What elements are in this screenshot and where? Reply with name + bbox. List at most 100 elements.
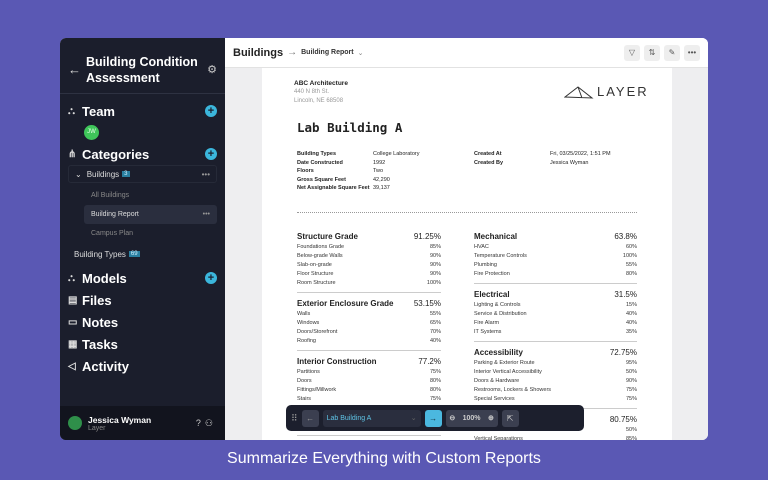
sort-icon[interactable]: ⇅ — [644, 44, 660, 61]
grade-row: Service & Distribution 40% — [474, 310, 637, 319]
section-header: Interior Construction 77.2% — [297, 357, 441, 366]
caption: Summarize Everything with Custom Reports — [227, 450, 541, 467]
checklist-icon: ▦ — [68, 338, 78, 350]
meta-value: 42,290 — [373, 176, 390, 183]
add-model-button[interactable]: + — [205, 272, 217, 284]
logo-mark-icon — [564, 85, 594, 99]
grade-row: IT Systems 35% — [474, 328, 637, 337]
zoom-in-icon[interactable]: ⊕ — [488, 410, 494, 427]
grade-row: Slab-on-grade 90% — [297, 261, 441, 270]
section-header: Electrical 31.5% — [474, 290, 637, 299]
back-arrow-icon[interactable]: ← — [68, 62, 81, 77]
item-name: Doors — [297, 378, 312, 384]
pencil-icon[interactable]: ✎ — [664, 44, 680, 61]
item-name: Room Structure — [297, 280, 336, 286]
section-name: Electrical — [474, 290, 510, 299]
item-name: Roofing — [297, 338, 316, 344]
report-page: ABC Architecture 440 N 8th St. Lincoln, … — [262, 68, 672, 440]
avatar[interactable]: JW — [84, 125, 99, 140]
breadcrumb-buildings[interactable]: Buildings — [233, 47, 283, 59]
meta-value: 39,137 — [373, 185, 390, 191]
grade-row: HVAC 60% — [474, 243, 637, 252]
grade-row: Roofing 40% — [297, 337, 441, 346]
megaphone-icon: ◁ — [68, 360, 76, 372]
item-name: Lighting & Controls — [474, 302, 521, 308]
categories-label: Categories — [82, 146, 150, 162]
section-header: Mechanical 63.8% — [474, 232, 637, 241]
grade-row: Lighting & Controls 15% — [474, 301, 637, 310]
file-icon: ▤ — [68, 294, 78, 306]
item-score: 90% — [429, 271, 441, 277]
view-campus-plan[interactable]: Campus Plan — [84, 224, 217, 243]
help-icon[interactable]: ? — [196, 418, 205, 428]
models-label: Models — [82, 270, 127, 286]
grade-row: Doors/Storefront 70% — [297, 328, 441, 337]
sidebar-item-categories[interactable]: ⋔ Categories + — [60, 143, 225, 165]
add-team-button[interactable]: + — [205, 105, 217, 117]
meta-value: Fri, 03/25/2022, 1:51 PM — [550, 151, 611, 157]
item-name: Restrooms, Lockers & Showers — [474, 387, 552, 393]
section-score: 63.8% — [614, 232, 637, 241]
grade-row: Plumbing 55% — [474, 261, 637, 270]
view-building-report[interactable]: Building Report ••• — [84, 205, 217, 224]
item-score: 40% — [625, 311, 637, 317]
meta-left: Building Types College Laboratory Date Con… — [297, 150, 419, 193]
item-score: 55% — [625, 262, 637, 268]
activity-label: Activity — [82, 358, 129, 374]
grade-section: Exterior Enclosure Grade 53.15% Walls 55% Wi… — [297, 299, 441, 351]
item-score: 95% — [625, 360, 637, 366]
chevron-down-icon[interactable]: ⌄ — [358, 49, 364, 57]
grade-row: Vertical Separations 85% — [474, 435, 637, 440]
sidebar-item-team[interactable]: ⛬ Team + — [60, 100, 225, 122]
open-external-icon[interactable]: ⇱ — [501, 409, 519, 427]
section-score: 77.2% — [418, 357, 441, 366]
view-label: Building Report — [91, 211, 139, 218]
sidebar-item-tasks[interactable]: ▦ Tasks — [60, 333, 225, 355]
sidebar-item-notes[interactable]: ▭ Notes — [60, 311, 225, 333]
user-org: Layer — [88, 424, 106, 432]
item-name: Floor Structure — [297, 271, 334, 277]
item-name: Parking & Exterior Route — [474, 360, 535, 366]
filter-icon[interactable]: ▽ — [624, 44, 640, 61]
sidebar-item-activity[interactable]: ◁ Activity — [60, 355, 225, 377]
meta-key: Created By — [474, 159, 504, 166]
grade-row: Doors 80% — [297, 377, 441, 386]
add-category-button[interactable]: + — [205, 148, 217, 160]
meta-row: Floors Two — [297, 167, 419, 176]
record-select[interactable]: Lab Building A ⌄ — [322, 409, 421, 427]
sidebar-item-files[interactable]: ▤ Files — [60, 289, 225, 311]
drag-handle-icon[interactable]: ⠿ — [291, 413, 298, 424]
section-score: 31.5% — [614, 290, 637, 299]
item-name: Slab-on-grade — [297, 262, 332, 268]
user-footer: Jessica Wyman Layer ?⚇ — [60, 406, 225, 440]
next-button[interactable]: → — [424, 409, 442, 427]
meta-value: 1992 — [373, 159, 386, 166]
item-name: IT Systems — [474, 329, 502, 335]
prev-button[interactable]: ← — [301, 409, 319, 427]
view-selector[interactable]: Building Report — [301, 49, 354, 56]
arrow-right-icon: → — [287, 47, 298, 58]
item-name: Vertical Separations — [474, 436, 523, 440]
team-label: Team — [82, 103, 115, 119]
user-avatar[interactable] — [68, 416, 82, 430]
grade-row: Temperature Controls 100% — [474, 252, 637, 261]
buildings-label: Buildings — [86, 169, 120, 179]
grade-row: Special Services 75% — [474, 395, 637, 404]
more-icon[interactable]: ••• — [202, 170, 210, 179]
category-building-types[interactable]: Building Types 69 — [68, 245, 217, 263]
org-city: Lincoln, NE 68508 — [294, 98, 344, 104]
more-icon[interactable]: ••• — [684, 44, 700, 61]
category-buildings[interactable]: ⌄ Buildings 3 ••• — [68, 165, 217, 183]
gear-icon[interactable]: ⚙ — [207, 63, 217, 76]
meta-row: Gross Square Feet 42,290 — [297, 176, 419, 185]
item-score: 40% — [429, 338, 441, 344]
user-icon[interactable]: ⚇ — [205, 418, 217, 428]
grade-row: Doors & Hardware 90% — [474, 377, 637, 386]
more-icon[interactable]: ••• — [203, 211, 210, 218]
zoom-out-icon[interactable]: ⊖ — [449, 410, 455, 427]
view-all-buildings[interactable]: All Buildings — [84, 186, 217, 205]
item-name: Service & Distribution — [474, 311, 527, 317]
item-name: Windows — [297, 320, 320, 326]
sidebar-item-models[interactable]: ⛬ Models + — [60, 267, 225, 289]
meta-key: Created At — [474, 151, 502, 157]
